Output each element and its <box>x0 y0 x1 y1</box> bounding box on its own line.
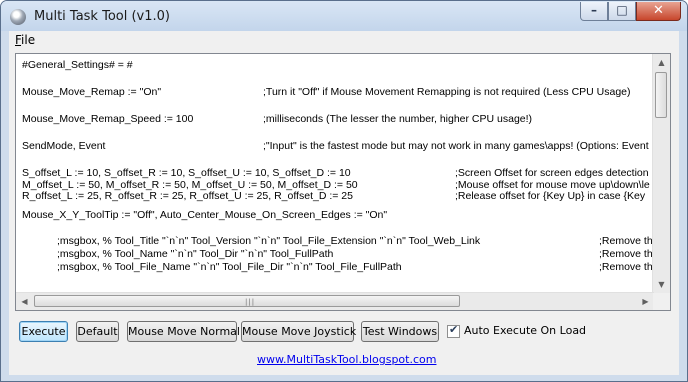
editor-line-comment: ;milliseconds (The lesser the number, hi… <box>263 113 533 125</box>
maximize-icon: □ <box>616 3 628 17</box>
app-disc-icon[interactable] <box>10 9 26 25</box>
auto-execute-label[interactable]: Auto Execute On Load <box>464 324 586 337</box>
menu-bar: File <box>9 31 679 49</box>
app-window: Multi Task Tool (v1.0) – □ ✕ File #Gener… <box>0 0 688 382</box>
window-title: Multi Task Tool (v1.0) <box>34 9 170 24</box>
scroll-down-arrow-icon[interactable]: ▼ <box>653 276 670 293</box>
close-button[interactable]: ✕ <box>636 2 681 21</box>
scroll-right-arrow-icon[interactable]: ▶ <box>637 293 654 310</box>
default-button[interactable]: Default <box>76 321 119 342</box>
editor-line: Mouse_Move_Remap_Speed := 100 <box>22 113 194 125</box>
editor-line-comment: ;Remove th <box>599 235 652 247</box>
scrollbar-corner <box>653 293 670 310</box>
editor-line: #General_Settings# = # <box>22 59 133 71</box>
checkmark-icon: ✔ <box>449 323 459 336</box>
scroll-left-arrow-icon[interactable]: ◀ <box>16 293 33 310</box>
editor-line-comment: ;Remove th <box>599 261 652 273</box>
editor-line: Mouse_X_Y_ToolTip := "Off", Auto_Center_… <box>22 209 388 221</box>
execute-button[interactable]: Execute <box>19 321 68 342</box>
minimize-icon: – <box>591 3 597 17</box>
auto-execute-checkbox[interactable]: ✔ <box>447 323 460 338</box>
editor-line: R_offset_L := 25, R_offset_R := 25, R_of… <box>22 190 353 203</box>
title-bar[interactable]: Multi Task Tool (v1.0) – □ ✕ <box>1 1 687 31</box>
vertical-scroll-thumb[interactable] <box>655 72 667 118</box>
horizontal-scrollbar[interactable]: ◀ ||| ▶ <box>16 292 654 310</box>
close-icon: ✕ <box>653 3 664 18</box>
editor-line: ;msgbox, % Tool_Title "`n`n" Tool_Versio… <box>22 235 481 247</box>
editor-line-comment: ;Release offset for {Key Up} in case {Ke… <box>455 190 646 203</box>
editor-line: M_offset_L := 50, M_offset_R := 50, M_of… <box>22 178 358 191</box>
scroll-up-arrow-icon[interactable]: ▲ <box>653 54 670 71</box>
editor-line: ;msgbox, % Tool_File_Name "`n`n" Tool_Fi… <box>22 261 402 273</box>
editor-line-comment: ;"Input" is the fastest mode but may not… <box>263 140 649 152</box>
menu-file[interactable]: File <box>15 33 35 47</box>
editor-line-comment: ;Mouse offset for mouse move up\down\le <box>455 178 650 191</box>
editor-line-comment: ;Remove th <box>599 248 652 260</box>
client-area: #General_Settings# = # Mouse_Move_Remap :… <box>9 49 679 375</box>
mouse-move-normal-button[interactable]: Mouse Move Normal <box>127 321 240 342</box>
editor-text[interactable]: #General_Settings# = # Mouse_Move_Remap :… <box>22 59 652 292</box>
minimize-button[interactable]: – <box>580 2 608 21</box>
settings-editor[interactable]: #General_Settings# = # Mouse_Move_Remap :… <box>15 53 671 311</box>
editor-line: Mouse_Move_Remap := "On" <box>22 86 162 98</box>
editor-line-comment: ;Turn it "Off" if Mouse Movement Remappi… <box>263 86 631 98</box>
maximize-button[interactable]: □ <box>608 2 636 21</box>
editor-line: S_offset_L := 10, S_offset_R := 10, S_of… <box>22 167 351 179</box>
horizontal-scroll-thumb[interactable]: ||| <box>34 295 460 307</box>
caption-buttons: – □ ✕ <box>580 2 681 22</box>
mouse-move-joystick-button[interactable]: Mouse Move Joystick <box>241 321 356 342</box>
vertical-scrollbar[interactable]: ▲ ▼ <box>652 54 670 293</box>
menu-file-label: ile <box>21 33 36 47</box>
editor-line: SendMode, Event <box>22 140 106 152</box>
editor-line: ;msgbox, % Tool_Name "`n`n" Tool_Dir "`n… <box>22 248 334 260</box>
website-link[interactable]: www.MultiTaskTool.blogspot.com <box>257 353 436 366</box>
editor-line-comment: ;Screen Offset for screen edges detectio… <box>455 167 649 179</box>
test-windows-button[interactable]: Test Windows <box>361 321 439 342</box>
scroll-grip-icon: ||| <box>245 298 256 306</box>
button-row: Execute Default Mouse Move Normal Mouse … <box>9 321 679 347</box>
